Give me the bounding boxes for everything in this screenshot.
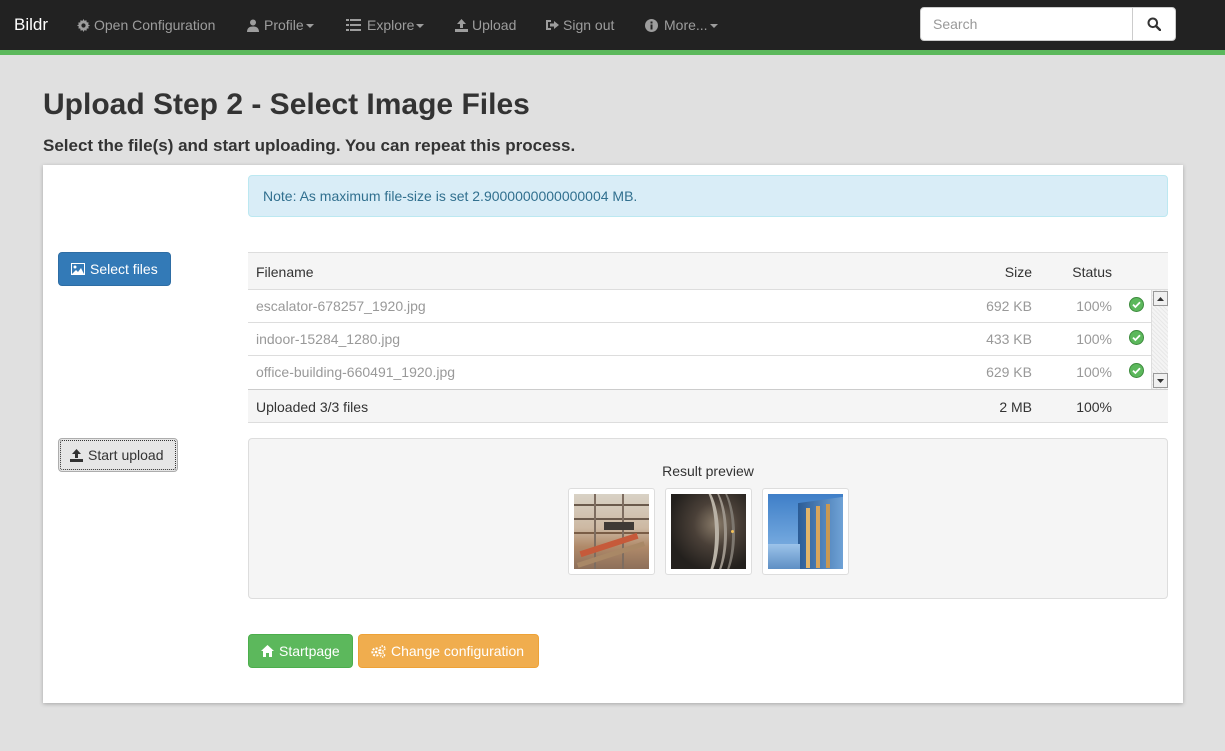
nav-upload[interactable]: Upload <box>454 17 516 33</box>
file-status: 100% <box>1076 364 1112 380</box>
brand-link[interactable]: Bildr <box>14 15 48 35</box>
gear-icon <box>76 18 90 32</box>
office-building-image <box>768 494 843 569</box>
escalator-image <box>574 494 649 569</box>
upload-summary: Uploaded 3/3 files <box>256 399 369 415</box>
start-upload-button[interactable]: Start upload <box>58 438 178 472</box>
result-preview-label: Result preview <box>662 463 754 479</box>
nav-explore-dropdown[interactable]: Explore <box>345 17 425 33</box>
arrow-down-icon <box>1157 378 1164 383</box>
change-configuration-label: Change configuration <box>391 643 525 659</box>
preview-thumbnail[interactable] <box>568 488 655 575</box>
user-icon <box>246 18 260 32</box>
startpage-label: Startpage <box>279 643 340 659</box>
file-name: office-building-660491_1920.jpg <box>256 364 456 380</box>
sign-out-icon <box>545 18 559 32</box>
check-circle-icon <box>1129 297 1144 312</box>
preview-thumbnail[interactable] <box>762 488 849 575</box>
file-table-body: escalator-678257_1920.jpg 692 KB 100% in… <box>248 290 1168 389</box>
startpage-button[interactable]: Startpage <box>248 634 353 668</box>
change-configuration-button[interactable]: Change configuration <box>358 634 539 668</box>
preview-thumbnail[interactable] <box>665 488 752 575</box>
nav-more-dropdown[interactable]: More... <box>644 17 718 33</box>
check-circle-icon <box>1129 363 1144 378</box>
nav-open-configuration[interactable]: Open Configuration <box>76 17 215 33</box>
nav-sign-out[interactable]: Sign out <box>545 17 614 33</box>
select-files-label: Select files <box>90 261 158 277</box>
indoor-image <box>671 494 746 569</box>
cogs-icon <box>371 644 386 658</box>
file-table-scrollbar[interactable] <box>1151 290 1168 389</box>
nav-profile-dropdown[interactable]: Profile <box>246 17 314 33</box>
nav-label: Explore <box>367 17 415 33</box>
upload-icon <box>454 18 468 32</box>
file-size: 433 KB <box>986 331 1032 347</box>
scroll-up-button[interactable] <box>1153 291 1168 306</box>
filename-header: Filename <box>256 264 314 280</box>
list-icon <box>345 18 361 32</box>
file-status: 100% <box>1076 331 1112 347</box>
file-table-header: Filename Size Status <box>248 252 1168 290</box>
file-size: 629 KB <box>986 364 1032 380</box>
total-status: 100% <box>1076 399 1112 415</box>
status-header: Status <box>1072 264 1112 280</box>
navbar: Bildr Open Configuration Profile Explore… <box>0 0 1225 50</box>
upload-panel <box>43 165 1183 703</box>
nav-label: Upload <box>472 17 517 33</box>
search-input[interactable] <box>920 7 1133 41</box>
start-upload-label: Start upload <box>88 447 164 463</box>
file-table-footer: Uploaded 3/3 files 2 MB 100% <box>248 389 1168 423</box>
nav-label: Open Configuration <box>94 17 216 33</box>
file-name: escalator-678257_1920.jpg <box>256 298 426 314</box>
info-icon <box>644 18 658 32</box>
caret-down-icon <box>709 23 718 28</box>
file-row: escalator-678257_1920.jpg 692 KB 100% <box>248 290 1151 323</box>
page-title: Upload Step 2 - Select Image Files <box>43 88 530 121</box>
nav-label: Sign out <box>563 17 615 33</box>
max-file-size-alert: Note: As maximum file-size is set 2.9000… <box>248 175 1168 217</box>
nav-label: Profile <box>264 17 304 33</box>
result-preview: Result preview <box>248 438 1168 599</box>
page-subtitle: Select the file(s) and start uploading. … <box>43 136 576 155</box>
arrow-up-icon <box>1157 296 1164 301</box>
file-status: 100% <box>1076 298 1112 314</box>
size-header: Size <box>1004 264 1032 280</box>
file-name: indoor-15284_1280.jpg <box>256 331 401 347</box>
navbar-accent-bar <box>0 50 1225 55</box>
nav-label: More... <box>664 17 708 33</box>
search-icon <box>1147 17 1161 31</box>
search-button[interactable] <box>1132 7 1176 41</box>
caret-down-icon <box>416 23 425 28</box>
check-circle-icon <box>1129 330 1144 345</box>
select-files-button[interactable]: Select files <box>58 252 171 286</box>
image-icon <box>71 263 85 275</box>
scroll-down-button[interactable] <box>1153 373 1168 388</box>
home-icon <box>261 645 274 657</box>
upload-icon <box>70 448 83 462</box>
file-size: 692 KB <box>986 298 1032 314</box>
total-size: 2 MB <box>999 399 1032 415</box>
file-row: indoor-15284_1280.jpg 433 KB 100% <box>248 323 1151 356</box>
caret-down-icon <box>305 23 314 28</box>
file-row: office-building-660491_1920.jpg 629 KB 1… <box>248 356 1151 389</box>
